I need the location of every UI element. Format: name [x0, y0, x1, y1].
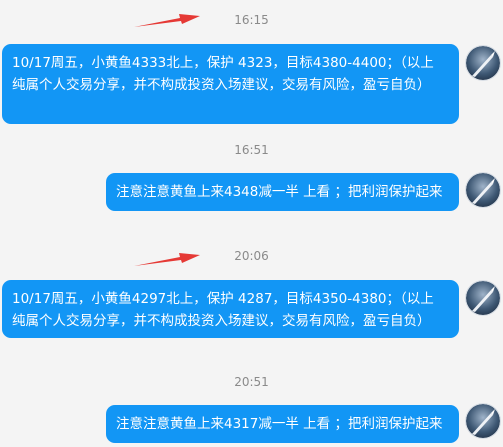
- message-text-line: 注意注意黄鱼上来4317减一半 上看 ；把利润保护起来: [116, 416, 443, 432]
- message-text-line: 纯属个人交易分享，并不构成投资入场建议，交易有风险，盈亏自负）: [12, 313, 431, 329]
- message-text-line: 10/17周五，小黄鱼4333北上，保护 4323，目标4380-4400；（以…: [12, 55, 434, 71]
- chat-message-bubble[interactable]: 注意注意黄鱼上来4317减一半 上看 ；把利润保护起来: [106, 405, 459, 443]
- chat-message-bubble[interactable]: 10/17周五，小黄鱼4297北上，保护 4287，目标4350-4380；（以…: [2, 280, 459, 338]
- message-timestamp: 20:06: [234, 249, 269, 263]
- chat-message-bubble[interactable]: 注意注意黄鱼上来4348减一半 上看 ；把利润保护起来: [106, 173, 459, 211]
- avatar-icon[interactable]: [466, 404, 500, 438]
- chat-history: 16:15 10/17周五，小黄鱼4333北上，保护 4323，目标4380-4…: [0, 0, 503, 447]
- message-text-line: 纯属个人交易分享，并不构成投资入场建议，交易有风险，盈亏自负）: [12, 77, 431, 93]
- message-timestamp: 16:51: [234, 143, 269, 157]
- message-text-line: 10/17周五，小黄鱼4297北上，保护 4287，目标4350-4380；（以…: [12, 291, 434, 307]
- avatar-icon[interactable]: [466, 46, 500, 80]
- message-timestamp: 20:51: [234, 375, 269, 389]
- avatar-icon[interactable]: [466, 173, 500, 207]
- message-text-line: 注意注意黄鱼上来4348减一半 上看 ；把利润保护起来: [116, 184, 443, 200]
- avatar-icon[interactable]: [466, 281, 500, 315]
- message-timestamp: 16:15: [234, 13, 269, 27]
- chat-message-bubble[interactable]: 10/17周五，小黄鱼4333北上，保护 4323，目标4380-4400；（以…: [2, 44, 459, 124]
